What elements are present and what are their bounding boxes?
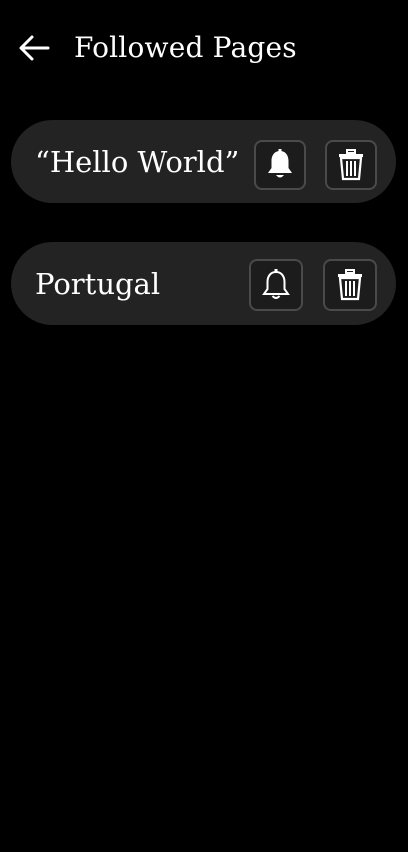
page-title: Followed Pages [74,31,297,64]
bell-outline-icon [262,269,290,299]
trash-icon [339,149,363,181]
followed-page-name: Portugal [35,266,161,301]
followed-page-name: “Hello World” [35,144,240,179]
followed-page-card: Portugal [11,242,396,325]
bell-filled-icon [268,149,292,178]
delete-button[interactable] [325,140,377,190]
notification-toggle-button[interactable] [249,259,303,311]
trash-icon [338,269,362,301]
arrow-left-icon [19,35,50,61]
delete-button[interactable] [323,259,377,311]
back-button[interactable] [14,30,54,66]
top-bar: Followed Pages [0,0,408,96]
notification-toggle-button[interactable] [254,140,306,190]
followed-pages-screen: Followed Pages “Hello World” Portugal [0,0,408,852]
followed-page-card: “Hello World” [11,120,396,203]
